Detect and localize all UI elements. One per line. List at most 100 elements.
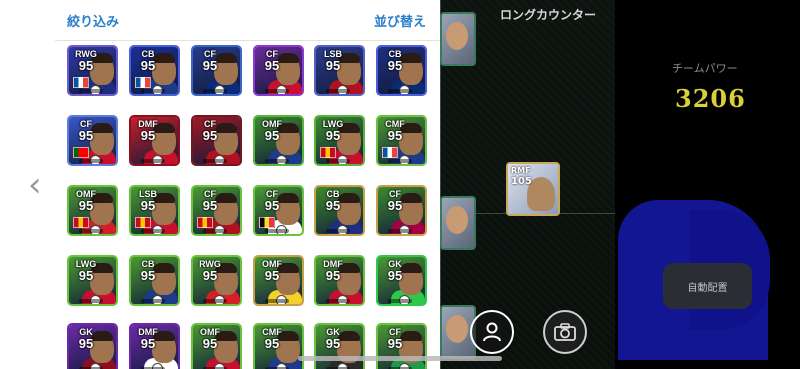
nationality-flag-icon [197,217,213,228]
player-card[interactable]: LWG 95 [314,115,365,166]
card-footer [388,89,412,93]
player-card[interactable]: CF 95 [191,115,242,166]
player-card[interactable]: CF 95 [376,323,427,369]
player-rating: 95 [140,198,156,213]
chevron-left-icon[interactable]: ‹ [28,168,42,202]
player-rating: 95 [325,128,341,143]
card-footer [388,229,412,233]
player-rating: 95 [387,336,403,351]
card-footer [388,299,412,303]
team-power-label: チームパワー [672,62,738,75]
card-footer [203,299,227,303]
player-rating: 95 [140,336,156,351]
player-card[interactable]: CF 95 [67,115,118,166]
player-card[interactable]: OMF 95 [253,115,304,166]
card-footer [79,229,103,233]
card-footer [265,299,289,303]
player-card[interactable]: CB 95 [314,185,365,236]
nationality-flag-icon [73,217,89,228]
player-face [446,315,468,343]
card-footer [326,299,350,303]
player-card[interactable]: GK 95 [314,323,365,369]
player-card[interactable]: GK 95 [67,323,118,369]
player-card[interactable]: DMF 95 [129,115,180,166]
player-card[interactable]: OMF 95 [191,323,242,369]
player-rating: 95 [387,198,403,213]
camera-icon [554,323,576,341]
player-rating: 95 [78,58,94,73]
player-card[interactable]: OMF 95 [67,185,118,236]
player-card[interactable]: CF 95 [191,185,242,236]
player-card[interactable]: LSB 95 [129,185,180,236]
field-player-card[interactable] [440,196,476,250]
player-rating: 95 [202,58,218,73]
player-rating: 95 [264,268,280,283]
player-card[interactable]: CB 95 [129,45,180,96]
player-rating: 95 [325,336,341,351]
player-card[interactable]: CMF 95 [376,115,427,166]
panel-header: 絞り込み 並び替え [55,0,440,41]
player-card[interactable]: RWG 95 [67,45,118,96]
card-footer [141,89,165,93]
card-footer [79,159,103,163]
player-rating: 95 [387,58,403,73]
player-card[interactable]: OMF 95 [253,255,304,306]
player-card[interactable]: LSB 95 [314,45,365,96]
player-rating: 95 [140,128,156,143]
camera-button[interactable] [543,310,587,354]
auto-arrange-button[interactable]: 自動配置 [663,263,752,309]
player-rating: 95 [387,268,403,283]
player-rating: 95 [202,128,218,143]
player-rating: 95 [387,128,403,143]
player-face [446,22,468,50]
sort-button[interactable]: 並び替え [374,11,426,30]
home-indicator [298,356,502,361]
player-rating: 95 [264,198,280,213]
player-rating: 95 [140,268,156,283]
team-power-value: 3206 [675,84,746,113]
card-footer [141,159,165,163]
player-rating: 95 [140,58,156,73]
player-face [446,206,468,234]
player-card[interactable]: CF 95 [376,185,427,236]
player-rating: 95 [264,58,280,73]
player-selection-panel: 絞り込み 並び替え RWG 95 CB 95 CF 95 CF 95 LSB 95 CB 95 CF 95… [55,0,440,369]
nationality-flag-icon [259,217,275,228]
player-rating: 95 [78,268,94,283]
player-rating: 95 [78,336,94,351]
player-card[interactable]: CF 95 [191,45,242,96]
card-footer [79,299,103,303]
card-footer [326,159,350,163]
person-button[interactable] [470,310,514,354]
filter-button[interactable]: 絞り込み [67,11,119,30]
player-card[interactable]: DMF 95 [314,255,365,306]
player-card[interactable]: LWG 95 [67,255,118,306]
player-card[interactable]: GK 95 [376,255,427,306]
player-rating: 95 [325,198,341,213]
player-rating: 95 [325,268,341,283]
card-footer [141,299,165,303]
player-card[interactable]: DMF 95 [129,323,180,369]
card-footer [79,89,103,93]
card-footer [141,229,165,233]
player-card[interactable]: CMF 95 [253,323,304,369]
player-position: RMF [511,166,531,175]
player-card[interactable]: CB 95 [129,255,180,306]
nationality-flag-icon [73,77,89,88]
nationality-flag-icon [73,147,89,158]
nationality-flag-icon [135,217,151,228]
card-footer [203,89,227,93]
player-card[interactable]: CF 95 [253,45,304,96]
player-card[interactable]: RWG 95 [191,255,242,306]
player-rating: 95 [202,268,218,283]
player-rating: 95 [202,198,218,213]
nationality-flag-icon [320,147,336,158]
player-rating: 95 [264,336,280,351]
card-footer [265,159,289,163]
player-rating: 95 [202,336,218,351]
player-card[interactable]: CB 95 [376,45,427,96]
player-rating: 95 [78,128,94,143]
player-card[interactable]: CF 95 [253,185,304,236]
field-player-card[interactable] [440,12,476,66]
field-player-card[interactable]: RMF 105 [506,162,560,216]
